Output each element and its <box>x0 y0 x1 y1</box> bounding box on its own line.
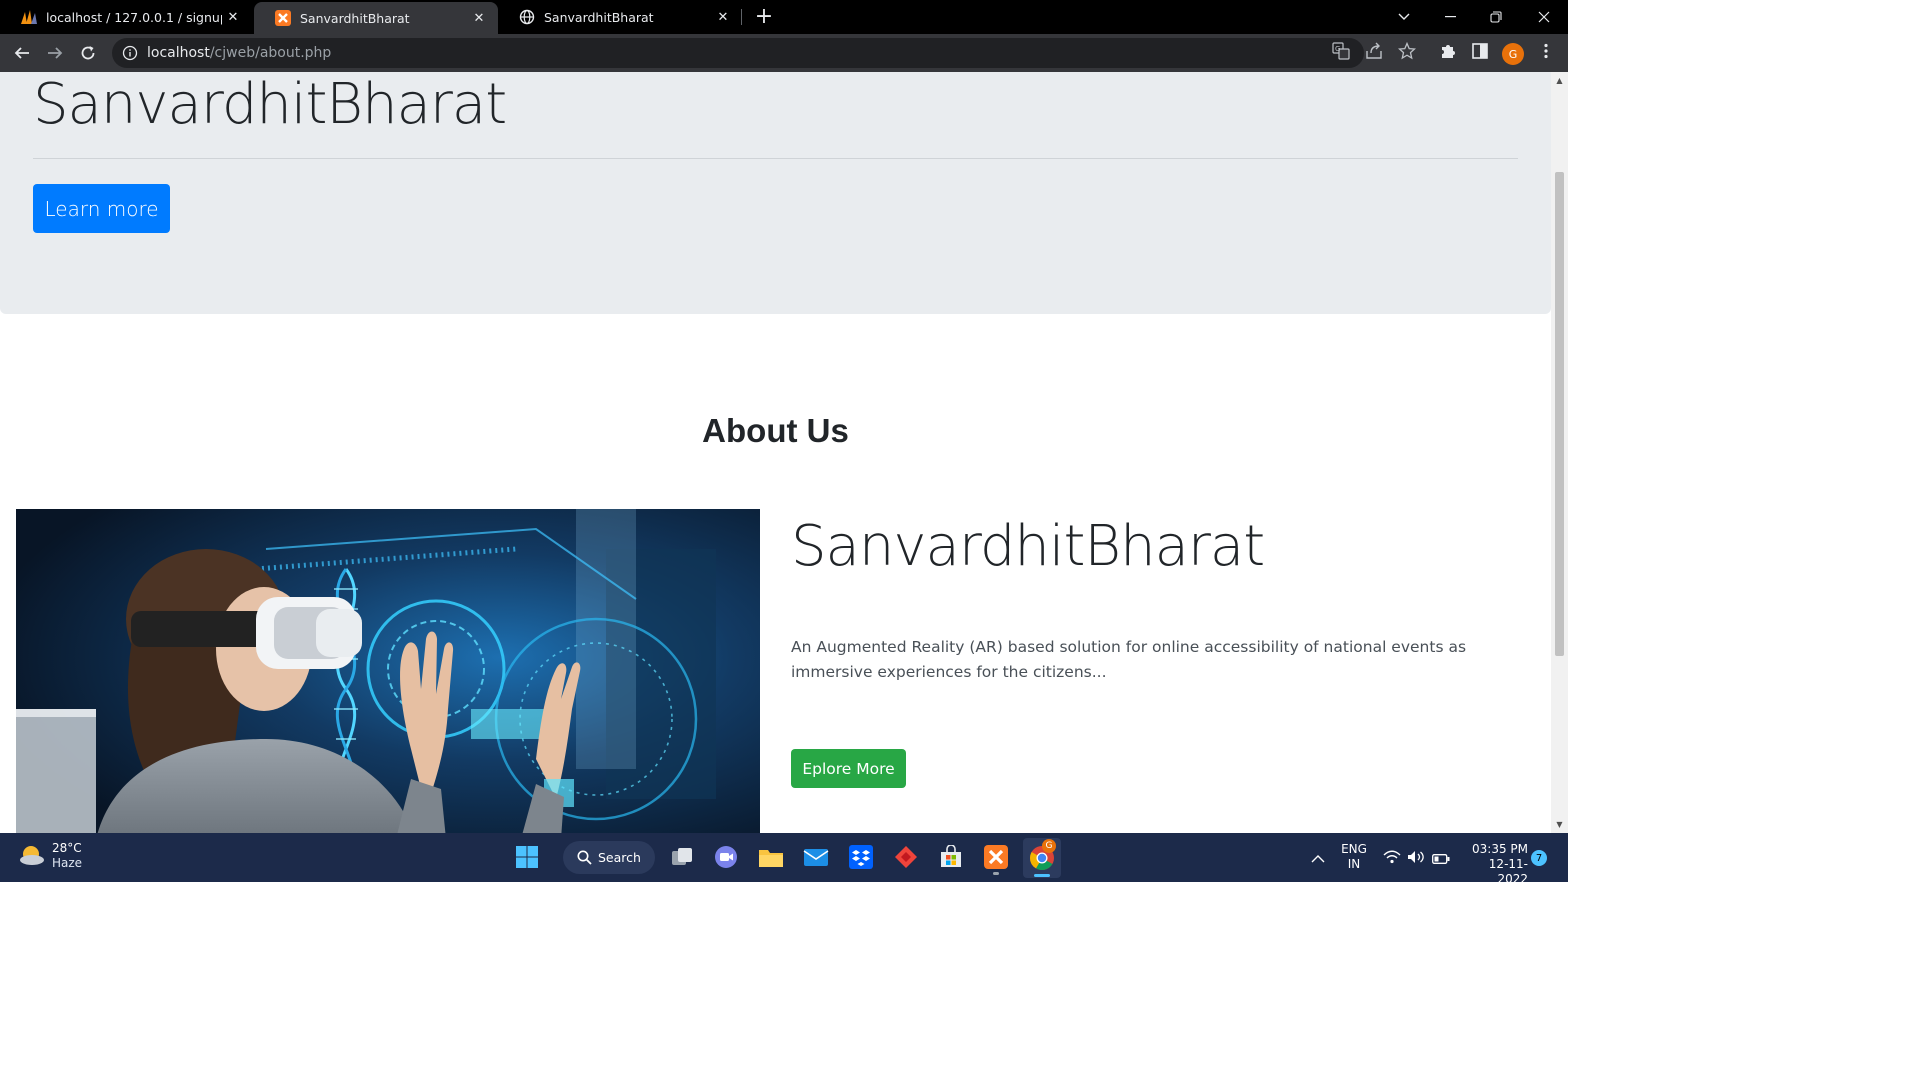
chrome-taskbar-icon[interactable]: G <box>1023 838 1061 878</box>
task-view-icon[interactable] <box>666 841 698 873</box>
tab-title: localhost / 127.0.0.1 / signup / re <box>46 9 222 25</box>
weather-condition: Haze <box>52 856 83 870</box>
phpmyadmin-icon <box>20 8 38 26</box>
back-button[interactable] <box>9 40 35 66</box>
forward-button[interactable] <box>42 40 68 66</box>
clock-time: 03:35 PM <box>1472 842 1528 856</box>
notification-count-badge[interactable]: 7 <box>1531 850 1547 866</box>
page-scrollbar[interactable]: ▲ ▼ <box>1551 72 1568 833</box>
search-label: Search <box>598 850 641 865</box>
tab-separator <box>741 9 742 25</box>
taskbar-search-button[interactable]: Search <box>563 841 655 874</box>
browser-tab-strip: localhost / 127.0.0.1 / signup / re ✕ Sa… <box>0 0 1568 34</box>
clock-date: 12-11-2022 <box>1488 857 1528 886</box>
side-panel-icon[interactable] <box>1469 40 1491 62</box>
running-indicator <box>993 872 999 875</box>
feature-title: SanvardhitBharat <box>791 514 1265 579</box>
file-explorer-icon[interactable] <box>755 841 787 873</box>
tab-phpmyadmin[interactable]: localhost / 127.0.0.1 / signup / re ✕ <box>0 0 252 34</box>
jumbotron-heading: SanvardhitBharat <box>33 72 507 137</box>
minimize-button[interactable] <box>1427 0 1473 34</box>
tab-sanvardhitbharat-active[interactable]: SanvardhitBharat ✕ <box>254 2 498 34</box>
microsoft-store-icon[interactable] <box>935 841 967 873</box>
weather-haze-icon <box>20 846 44 865</box>
teams-chat-icon[interactable] <box>710 841 742 873</box>
url-text: localhost/cjweb/about.php <box>147 45 331 61</box>
browser-toolbar: localhost/cjweb/about.php G G <box>0 34 1568 72</box>
battery-icon[interactable] <box>1432 850 1450 869</box>
jumbotron: SanvardhitBharat Learn more <box>0 72 1551 314</box>
tab-search-icon[interactable] <box>1381 0 1427 34</box>
windows-taskbar: 28°C Haze Search G ENG IN 03:35 PM 12-11… <box>0 833 1568 886</box>
dropbox-icon[interactable] <box>845 841 877 873</box>
new-tab-button[interactable]: + <box>752 4 776 30</box>
show-hidden-icons-chevron-icon[interactable] <box>1311 849 1325 868</box>
wifi-icon[interactable] <box>1383 849 1401 868</box>
about-us-heading: About Us <box>702 412 849 449</box>
menu-kebab-icon[interactable] <box>1535 40 1557 62</box>
reload-button[interactable] <box>75 40 101 66</box>
language-code: ENG <box>1341 842 1367 856</box>
explore-more-button[interactable]: Eplore More <box>791 749 906 788</box>
jumbotron-divider <box>33 158 1518 159</box>
anydesk-icon[interactable] <box>890 841 922 873</box>
xampp-control-icon[interactable] <box>980 841 1012 875</box>
feature-description: An Augmented Reality (AR) based solution… <box>791 638 1467 681</box>
weather-widget[interactable]: 28°C Haze <box>18 841 82 871</box>
tab-title: SanvardhitBharat <box>300 10 410 26</box>
address-bar[interactable]: localhost/cjweb/about.php <box>112 38 1364 68</box>
mail-icon[interactable] <box>800 841 832 873</box>
tab-sanvardhitbharat[interactable]: SanvardhitBharat ✕ <box>498 0 742 34</box>
restore-button[interactable] <box>1473 0 1519 34</box>
clock[interactable]: 03:35 PM 12-11-2022 <box>1462 842 1528 887</box>
scroll-thumb[interactable] <box>1555 172 1564 656</box>
profile-avatar[interactable]: G <box>1502 43 1524 65</box>
chrome-profile-badge: G <box>1042 839 1056 853</box>
scroll-up-arrow-icon[interactable]: ▲ <box>1551 72 1568 89</box>
url-host: localhost <box>147 45 210 61</box>
site-info-icon[interactable] <box>122 45 138 61</box>
close-tab-icon[interactable]: ✕ <box>712 10 734 25</box>
tab-title: SanvardhitBharat <box>544 9 654 25</box>
bookmark-star-icon[interactable] <box>1396 40 1418 62</box>
extensions-icon[interactable] <box>1437 40 1459 62</box>
close-window-button[interactable] <box>1521 0 1567 34</box>
svg-text:G: G <box>1335 45 1340 53</box>
close-tab-icon[interactable]: ✕ <box>468 11 490 26</box>
share-icon[interactable] <box>1363 40 1385 62</box>
active-app-indicator <box>1034 874 1050 877</box>
page-viewport: SanvardhitBharat Learn more About Us San… <box>0 72 1551 833</box>
learn-more-button[interactable]: Learn more <box>33 184 170 233</box>
url-path: /cjweb/about.php <box>209 45 332 61</box>
region-code: IN <box>1347 857 1361 871</box>
weather-temperature: 28°C <box>52 841 82 855</box>
vr-hero-image <box>16 509 760 833</box>
translate-icon[interactable]: G <box>1330 40 1352 62</box>
language-indicator[interactable]: ENG IN <box>1337 842 1371 872</box>
search-icon <box>577 850 592 865</box>
close-tab-icon[interactable]: ✕ <box>222 10 244 25</box>
windows-start-icon[interactable] <box>511 841 543 873</box>
xampp-icon <box>274 9 292 27</box>
globe-icon <box>518 8 536 26</box>
volume-icon[interactable] <box>1407 849 1425 868</box>
scroll-down-arrow-icon[interactable]: ▼ <box>1551 816 1568 833</box>
